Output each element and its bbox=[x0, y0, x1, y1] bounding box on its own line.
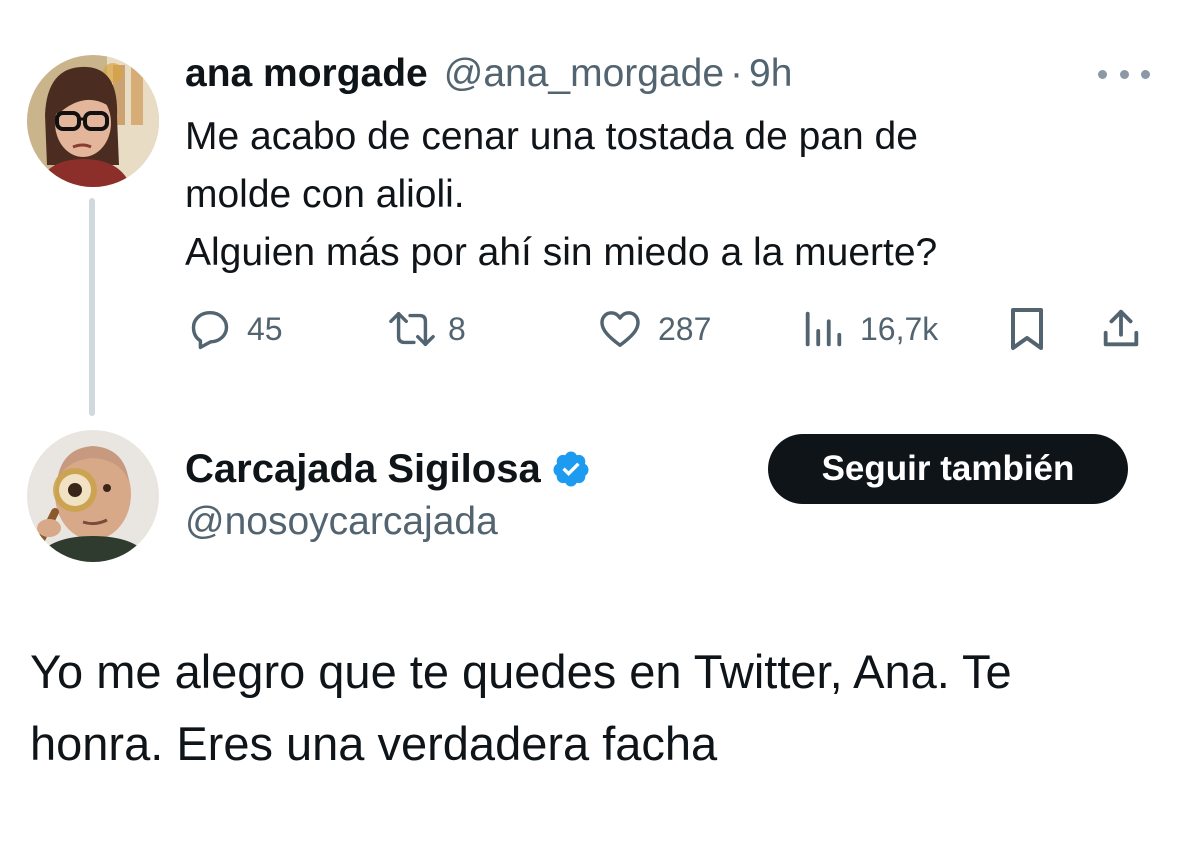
views-button[interactable]: 16,7k bbox=[800, 305, 938, 353]
tweet-1-text-line: molde con alioli. bbox=[185, 173, 465, 216]
tweet-1-author-handle[interactable]: @ana_morgade bbox=[444, 52, 724, 96]
views-chart-icon bbox=[800, 306, 846, 352]
retweet-count: 8 bbox=[448, 310, 466, 347]
share-button[interactable] bbox=[1098, 305, 1144, 353]
bookmark-button[interactable] bbox=[1005, 305, 1049, 353]
tweet-1-timestamp[interactable]: 9h bbox=[749, 52, 792, 96]
tweet-2-author-handle[interactable]: @nosoycarcajada bbox=[185, 500, 498, 544]
tweet-2-text-line: Yo me alegro que te quedes en Twitter, A… bbox=[30, 645, 1012, 698]
avatar-carcajada-sigilosa[interactable] bbox=[27, 430, 159, 562]
tweet-1-text: Me acabo de cenar una tostada de pan de … bbox=[185, 108, 1085, 282]
retweet-button[interactable]: 8 bbox=[384, 305, 466, 353]
reply-button[interactable]: 45 bbox=[187, 305, 283, 353]
views-count: 16,7k bbox=[860, 310, 939, 347]
thread-connector-line bbox=[89, 198, 95, 416]
tweet-2-author-row: Carcajada Sigilosa bbox=[185, 442, 591, 496]
reply-icon bbox=[187, 306, 233, 352]
share-icon bbox=[1098, 305, 1144, 353]
bookmark-icon bbox=[1005, 305, 1049, 353]
tweet-2-text-line: honra. Eres una verdadera facha bbox=[30, 717, 718, 770]
reply-count: 45 bbox=[247, 310, 283, 347]
heart-icon bbox=[596, 306, 644, 352]
tweet-1-text-line: Alguien más por ahí sin miedo a la muert… bbox=[185, 231, 938, 274]
verified-badge-icon bbox=[541, 449, 591, 489]
like-count: 287 bbox=[658, 310, 712, 347]
retweet-icon bbox=[384, 306, 440, 352]
tweet-1-separator: · bbox=[730, 52, 744, 95]
avatar-ana-morgade[interactable] bbox=[27, 55, 159, 187]
follow-button[interactable]: Seguir también bbox=[768, 434, 1128, 504]
tweet-1-header: ana morgade @ana_morgade · 9h bbox=[185, 52, 792, 102]
tweet-1-text-line: Me acabo de cenar una tostada de pan de bbox=[185, 115, 918, 158]
more-horizontal-icon[interactable] bbox=[1098, 60, 1150, 88]
tweet-2-text: Yo me alegro que te quedes en Twitter, A… bbox=[30, 636, 1150, 780]
tweet-1-author-name[interactable]: ana morgade bbox=[185, 52, 428, 96]
tweet-2-author-name[interactable]: Carcajada Sigilosa bbox=[185, 447, 541, 492]
like-button[interactable]: 287 bbox=[596, 305, 711, 353]
